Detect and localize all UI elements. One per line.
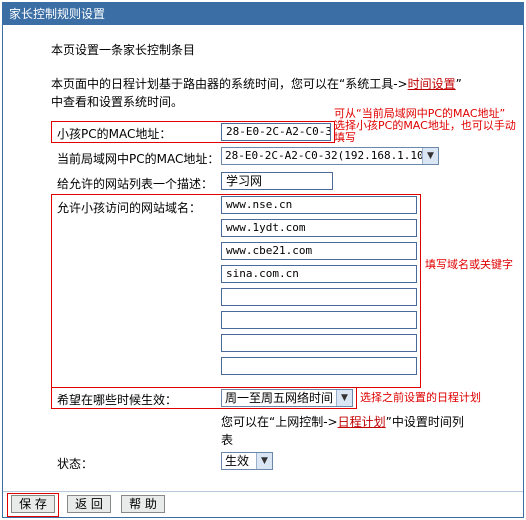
schedule-hint-text-1: 您可以在“上网控制-> xyxy=(221,415,338,429)
site-input-3[interactable]: www.cbe21.com xyxy=(221,242,417,260)
chevron-down-icon[interactable]: ▼ xyxy=(336,390,352,406)
mac-annotation-line2: 选择小孩PC的MAC地址，也可以手动 xyxy=(334,119,516,132)
time-settings-link[interactable]: 时间设置 xyxy=(408,77,456,91)
mac-annotation-line3: 填写 xyxy=(334,131,356,144)
intro-description: 本页面中的日程计划基于路由器的系统时间，您可以在“系统工具->时间设置” xyxy=(51,75,462,92)
status-select[interactable]: 生效 ▼ xyxy=(221,452,273,470)
dialog-frame: 家长控制规则设置 本页设置一条家长控制条目 本页面中的日程计划基于路由器的系统时… xyxy=(2,2,524,518)
schedule-label: 希望在哪些时候生效： xyxy=(57,393,178,407)
intro-description-line2: 中查看和设置系统时间。 xyxy=(51,95,184,109)
chevron-down-icon[interactable]: ▼ xyxy=(256,453,272,469)
schedule-hint-text-2: ”中设置时间列 xyxy=(385,415,464,429)
save-button[interactable]: 保 存 xyxy=(11,495,55,513)
site-input-2[interactable]: www.1ydt.com xyxy=(221,219,417,237)
schedule-hint: 您可以在“上网控制->日程计划”中设置时间列 xyxy=(221,413,464,430)
domain-annotation: 填写域名或关键字 xyxy=(425,258,513,271)
schedule-plan-link[interactable]: 日程计划 xyxy=(338,415,386,429)
separator-line xyxy=(3,491,523,492)
intro-text-2: ” xyxy=(455,77,462,91)
site-input-1[interactable]: www.nse.cn xyxy=(221,196,417,214)
intro-text-1: 本页面中的日程计划基于路由器的系统时间，您可以在“系统工具-> xyxy=(51,77,408,91)
description-label: 给允许的网站列表一个描述： xyxy=(57,177,214,191)
window-title: 家长控制规则设置 xyxy=(9,7,106,21)
current-mac-label: 当前局域网中PC的MAC地址： xyxy=(57,152,220,166)
child-mac-input[interactable]: 28-E0-2C-A2-C0-32 xyxy=(221,123,331,141)
schedule-hint-line2: 表 xyxy=(221,433,234,447)
site-input-7[interactable] xyxy=(221,334,417,352)
page-heading: 本页设置一条家长控制条目 xyxy=(51,43,196,57)
schedule-annotation: 选择之前设置的日程计划 xyxy=(360,391,481,404)
site-input-5[interactable] xyxy=(221,288,417,306)
back-button[interactable]: 返 回 xyxy=(67,495,111,513)
description-input[interactable]: 学习网 xyxy=(221,172,333,190)
current-mac-selected: 28-E0-2C-A2-C0-32(192.168.1.100) xyxy=(225,149,437,162)
current-mac-select[interactable]: 28-E0-2C-A2-C0-32(192.168.1.100) ▼ xyxy=(221,147,439,165)
title-bar: 家长控制规则设置 xyxy=(3,3,523,25)
child-mac-label: 小孩PC的MAC地址： xyxy=(57,127,172,141)
schedule-select[interactable]: 周一至周五网络时间 ▼ xyxy=(221,389,353,407)
status-selected: 生效 xyxy=(225,454,250,468)
site-input-6[interactable] xyxy=(221,311,417,329)
sites-label: 允许小孩访问的网站域名： xyxy=(57,201,202,215)
status-label: 状态： xyxy=(57,457,94,471)
site-input-4[interactable]: sina.com.cn xyxy=(221,265,417,283)
site-input-8[interactable] xyxy=(221,357,417,375)
chevron-down-icon[interactable]: ▼ xyxy=(422,148,438,164)
help-button[interactable]: 帮 助 xyxy=(121,495,165,513)
schedule-selected: 周一至周五网络时间 xyxy=(225,391,334,405)
